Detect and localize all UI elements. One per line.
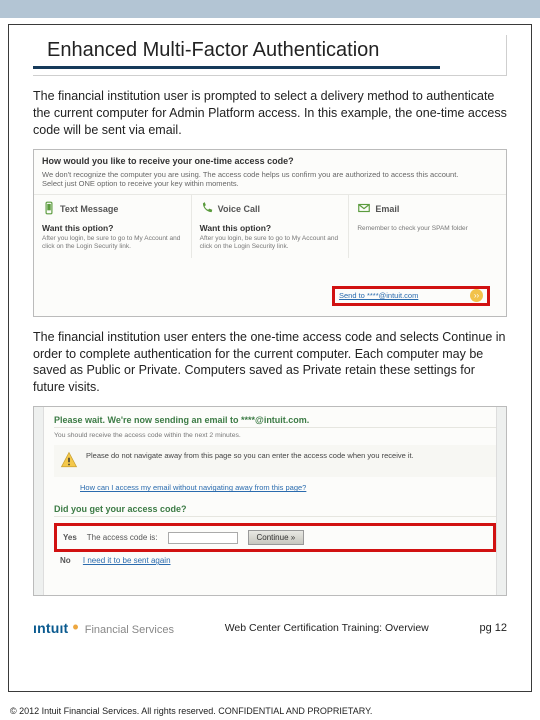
logo-subtext: Financial Services	[85, 624, 174, 636]
yes-label: Yes	[63, 533, 77, 542]
header-strip	[0, 0, 540, 18]
arrow-circle-icon[interactable]: ››	[470, 289, 483, 302]
highlight-send-email: Send to ****@intuit.com ››	[332, 286, 490, 306]
handset-icon	[200, 201, 214, 217]
option-detail: After you login, be sure to go to My Acc…	[42, 235, 183, 252]
access-code-input[interactable]	[168, 532, 238, 544]
shot1-heading: How would you like to receive your one-t…	[34, 150, 506, 170]
help-link[interactable]: How can I access my email without naviga…	[80, 483, 496, 492]
title-box: Enhanced Multi-Factor Authentication	[33, 35, 507, 76]
phone-icon	[42, 201, 56, 217]
highlight-code-entry: Yes The access code is: Continue »	[54, 523, 496, 552]
warning-row: Please do not navigate away from this pa…	[54, 445, 496, 477]
option-email: Email Remember to check your SPAM folder	[348, 195, 506, 258]
code-label: The access code is:	[87, 533, 158, 542]
option-voice-call: Voice Call Want this option? After you l…	[191, 195, 349, 258]
screenshot-delivery-method: How would you like to receive your one-t…	[33, 149, 507, 317]
logo-text: ıntuıt	[33, 620, 68, 636]
shot1-columns: Text Message Want this option? After you…	[34, 195, 506, 258]
shot2-sub: You should receive the access code withi…	[54, 432, 496, 439]
warning-text: Please do not navigate away from this pa…	[86, 451, 414, 460]
shot2-heading: Please wait. We're now sending an email …	[54, 413, 496, 428]
option-label: Email	[375, 204, 399, 214]
page-frame: Enhanced Multi-Factor Authentication The…	[8, 24, 532, 692]
option-detail: After you login, be sure to go to My Acc…	[200, 235, 341, 252]
shot1-subtext: We don't recognize the computer you are …	[34, 170, 506, 195]
got-code-heading: Did you get your access code?	[54, 502, 496, 517]
resend-link[interactable]: I need it to be sent again	[83, 556, 171, 565]
envelope-icon	[357, 201, 371, 217]
intuit-logo: ıntuıt• Financial Services	[33, 620, 174, 636]
paragraph-1: The financial institution user is prompt…	[33, 88, 507, 139]
no-label: No	[60, 556, 71, 565]
page-footer: ıntuıt• Financial Services Web Center Ce…	[33, 608, 507, 636]
shot1-sub2: Select just ONE option to receive your k…	[42, 179, 498, 188]
want-heading: Want this option?	[42, 223, 183, 233]
no-row: No I need it to be sent again	[54, 552, 496, 569]
send-to-link[interactable]: Send to ****@intuit.com	[339, 291, 418, 300]
option-text-message: Text Message Want this option? After you…	[34, 195, 191, 258]
screenshot-enter-code: Please wait. We're now sending an email …	[33, 406, 507, 596]
scrollbar[interactable]	[496, 407, 506, 595]
want-heading: Want this option?	[200, 223, 341, 233]
shot2-left-gutter	[34, 407, 44, 595]
title-rule	[33, 66, 440, 69]
page-title: Enhanced Multi-Factor Authentication	[47, 39, 506, 62]
shot1-sub1: We don't recognize the computer you are …	[42, 170, 498, 179]
option-label: Voice Call	[218, 204, 260, 214]
warning-icon	[60, 451, 78, 471]
continue-button[interactable]: Continue »	[248, 530, 305, 545]
footer-title: Web Center Certification Training: Overv…	[225, 622, 429, 634]
copyright: © 2012 Intuit Financial Services. All ri…	[10, 706, 372, 716]
paragraph-2: The financial institution user enters th…	[33, 329, 507, 397]
spam-note: Remember to check your SPAM folder	[357, 225, 498, 233]
page-number: pg 12	[479, 622, 507, 634]
option-label: Text Message	[60, 204, 118, 214]
